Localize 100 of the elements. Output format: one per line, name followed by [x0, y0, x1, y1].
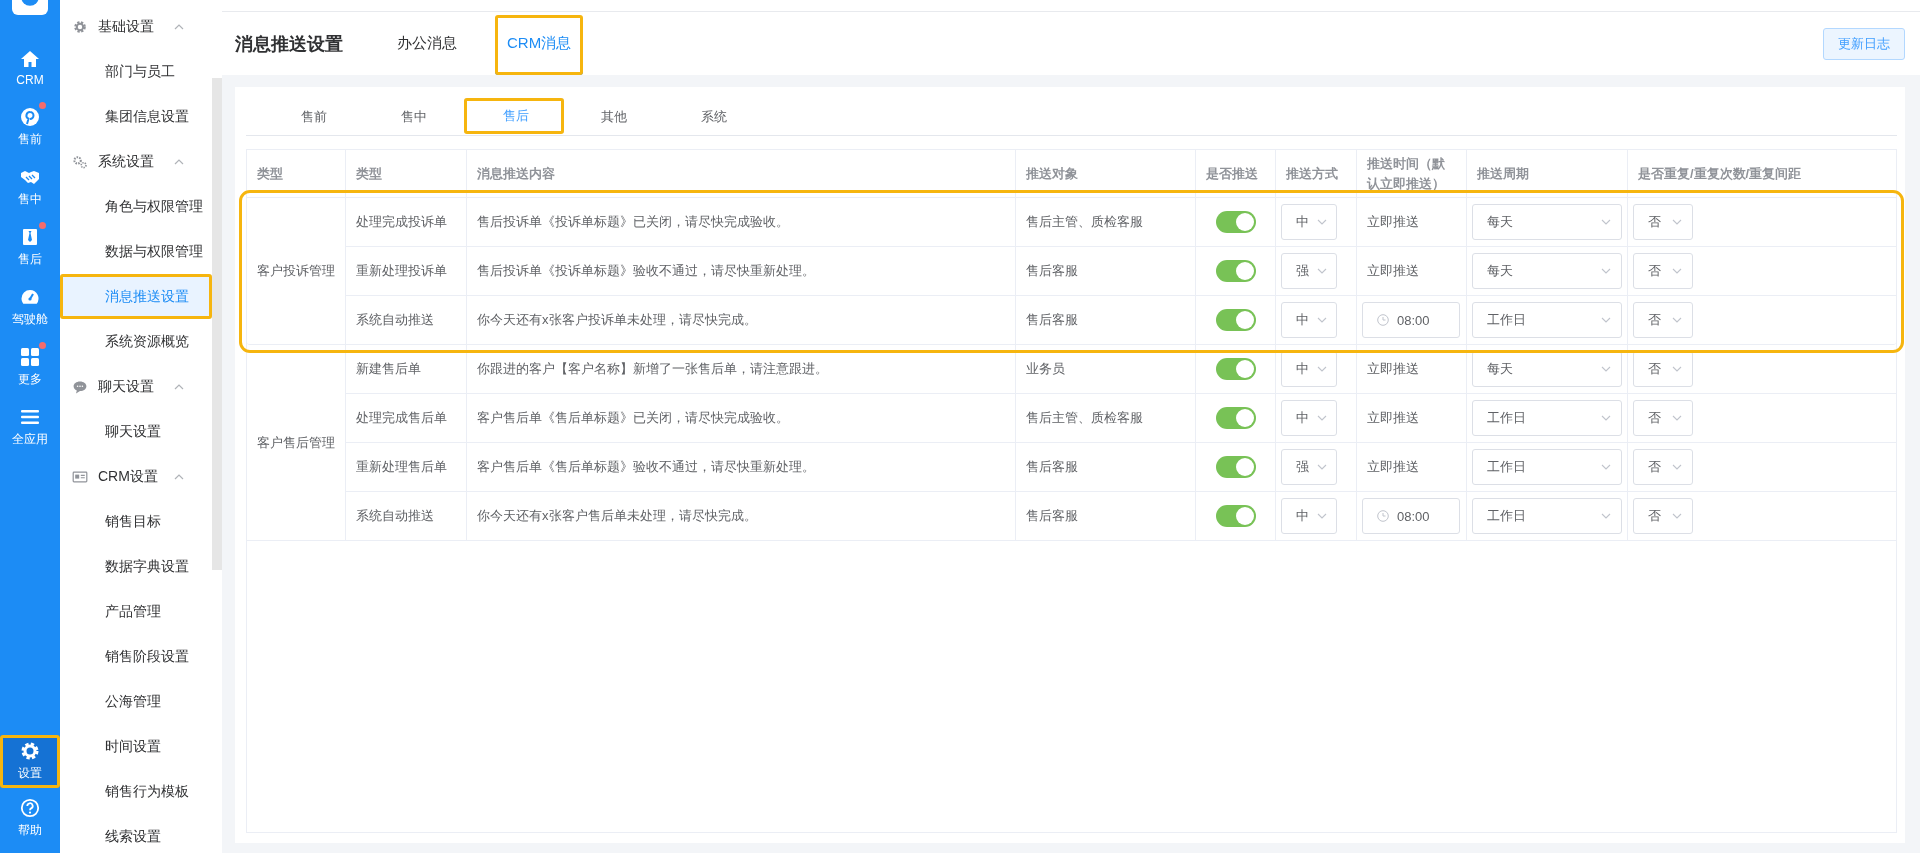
- type-cell: 系统自动推送: [346, 296, 467, 344]
- tab[interactable]: 办公消息: [385, 15, 469, 75]
- toggle-switch[interactable]: [1216, 260, 1256, 282]
- cycle-select[interactable]: 工作日: [1472, 449, 1622, 485]
- chevron-down-icon: [1317, 317, 1327, 323]
- sub-tab[interactable]: 售中: [364, 98, 464, 135]
- chevron-down-icon: [1672, 268, 1682, 274]
- mode-select[interactable]: 中: [1281, 351, 1337, 387]
- message-cell: 售后投诉单《投诉单标题》已关闭，请尽快完成验收。: [467, 198, 1016, 246]
- menu-group-header[interactable]: 聊天设置: [60, 364, 212, 409]
- push-time-cell: 立即推送: [1357, 247, 1467, 295]
- menu-item[interactable]: 部门与员工: [60, 49, 212, 94]
- mode-select[interactable]: 强: [1281, 253, 1337, 289]
- menu-group-header[interactable]: 基础设置: [60, 4, 212, 49]
- type-cell: 处理完成售后单: [346, 394, 467, 442]
- chevron-down-icon: [1317, 268, 1327, 274]
- chevron-down-icon: [1672, 513, 1682, 519]
- recipient-cell: 业务员: [1016, 345, 1196, 393]
- toggle-switch[interactable]: [1216, 505, 1256, 527]
- toggle-switch[interactable]: [1216, 358, 1256, 380]
- recipient-cell: 售后客服: [1016, 443, 1196, 491]
- mode-select[interactable]: 中: [1281, 302, 1337, 338]
- chevron-down-icon: [1601, 513, 1611, 519]
- repeat-select[interactable]: 否: [1633, 253, 1693, 289]
- mode-select[interactable]: 强: [1281, 449, 1337, 485]
- menu-item[interactable]: 角色与权限管理: [60, 184, 212, 229]
- mode-select[interactable]: 中: [1281, 400, 1337, 436]
- tab[interactable]: CRM消息: [495, 15, 584, 75]
- chevron-down-icon: [1601, 317, 1611, 323]
- menu-item[interactable]: 系统资源概览: [60, 319, 212, 364]
- column-header: 类型: [346, 150, 467, 197]
- gears-icon: [72, 153, 88, 170]
- menu-item[interactable]: 销售行为模板: [60, 769, 212, 814]
- type-cell: 系统自动推送: [346, 492, 467, 540]
- menu-item[interactable]: 产品管理: [60, 589, 212, 634]
- chevron-down-icon: [1601, 219, 1611, 225]
- menu-item[interactable]: 销售目标: [60, 499, 212, 544]
- menu-item[interactable]: 数据字典设置: [60, 544, 212, 589]
- menu-item[interactable]: 时间设置: [60, 724, 212, 769]
- toggle-switch[interactable]: [1216, 309, 1256, 331]
- column-header: 推送对象: [1016, 150, 1196, 197]
- page-title: 消息推送设置: [235, 32, 343, 56]
- recipient-cell: 售后主管、质检客服: [1016, 198, 1196, 246]
- grid-icon: [20, 347, 40, 367]
- cycle-select[interactable]: 工作日: [1472, 498, 1622, 534]
- repeat-select[interactable]: 否: [1633, 351, 1693, 387]
- toggle-switch[interactable]: [1216, 456, 1256, 478]
- menu-group-header[interactable]: 系统设置: [60, 139, 212, 184]
- category-cell: 客户售后管理: [257, 433, 335, 452]
- menu-group-header[interactable]: CRM设置: [60, 454, 212, 499]
- recipient-cell: 售后客服: [1016, 492, 1196, 540]
- menu-item[interactable]: 公海管理: [60, 679, 212, 724]
- toggle-switch[interactable]: [1216, 211, 1256, 233]
- sub-tab[interactable]: 售前: [264, 98, 364, 135]
- chevron-down-icon: [1317, 464, 1327, 470]
- sub-tab[interactable]: 系统: [664, 98, 764, 135]
- scrollbar[interactable]: [212, 78, 222, 570]
- nav-item[interactable]: 设置: [0, 735, 60, 788]
- chevron-down-icon: [1317, 415, 1327, 421]
- recipient-cell: 售后客服: [1016, 296, 1196, 344]
- cycle-select[interactable]: 工作日: [1472, 400, 1622, 436]
- push-time-cell: 立即推送: [1357, 345, 1467, 393]
- menu-item[interactable]: 数据与权限管理: [60, 229, 212, 274]
- type-cell: 重新处理售后单: [346, 443, 467, 491]
- chevron-down-icon: [1601, 268, 1611, 274]
- clock-icon: [1377, 314, 1389, 326]
- menu-item[interactable]: 集团信息设置: [60, 94, 212, 139]
- column-header: 推送时间（默认立即推送）: [1357, 150, 1467, 197]
- time-field[interactable]: 08:00: [1362, 302, 1460, 338]
- message-cell: 你今天还有x张客户售后单未处理，请尽快完成。: [467, 492, 1016, 540]
- mode-select[interactable]: 中: [1281, 498, 1337, 534]
- repeat-select[interactable]: 否: [1633, 400, 1693, 436]
- clock-icon: [1377, 510, 1389, 522]
- chevron-down-icon: [1672, 219, 1682, 225]
- type-cell: 处理完成投诉单: [346, 198, 467, 246]
- settings-icon: [72, 18, 88, 35]
- type-cell: 重新处理投诉单: [346, 247, 467, 295]
- gauge-icon: [20, 287, 40, 307]
- cycle-select[interactable]: 每天: [1472, 253, 1622, 289]
- tie-icon: [20, 227, 40, 247]
- repeat-select[interactable]: 否: [1633, 302, 1693, 338]
- cycle-select[interactable]: 每天: [1472, 204, 1622, 240]
- recipient-cell: 售后主管、质检客服: [1016, 394, 1196, 442]
- repeat-select[interactable]: 否: [1633, 449, 1693, 485]
- mode-select[interactable]: 中: [1281, 204, 1337, 240]
- message-cell: 售后投诉单《投诉单标题》验收不通过，请尽快重新处理。: [467, 247, 1016, 295]
- push-time-cell: 立即推送: [1357, 198, 1467, 246]
- sub-tab[interactable]: 其他: [564, 98, 664, 135]
- message-cell: 客户售后单《售后单标题》已关闭，请尽快完成验收。: [467, 394, 1016, 442]
- menu-item[interactable]: 聊天设置: [60, 409, 212, 454]
- column-header: 推送方式: [1276, 150, 1357, 197]
- menu-item[interactable]: 销售阶段设置: [60, 634, 212, 679]
- repeat-select[interactable]: 否: [1633, 204, 1693, 240]
- chevron-down-icon: [1672, 464, 1682, 470]
- menu-item[interactable]: 线索设置: [60, 814, 212, 853]
- repeat-select[interactable]: 否: [1633, 498, 1693, 534]
- cycle-select[interactable]: 工作日: [1472, 302, 1622, 338]
- cycle-select[interactable]: 每天: [1472, 351, 1622, 387]
- toggle-switch[interactable]: [1216, 407, 1256, 429]
- time-field[interactable]: 08:00: [1362, 498, 1460, 534]
